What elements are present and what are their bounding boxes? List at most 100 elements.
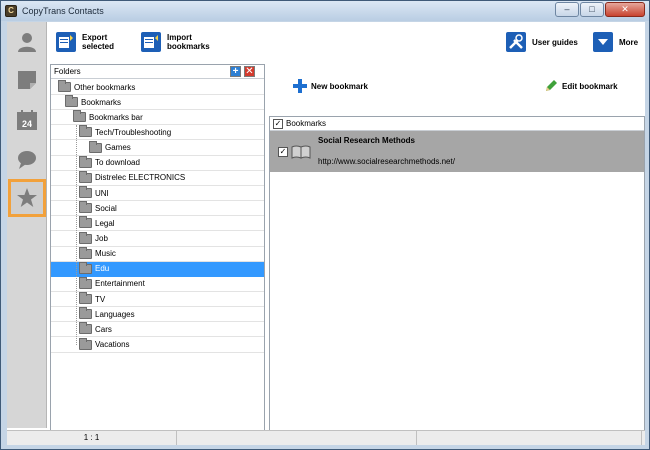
- folder-row[interactable]: Languages: [51, 307, 264, 323]
- tools-icon: [506, 32, 526, 52]
- folder-item: Vacations: [79, 337, 130, 350]
- folder-item: Bookmarks bar: [73, 110, 143, 123]
- title-bar[interactable]: C CopyTrans Contacts – □ ✕: [1, 1, 649, 21]
- bookmark-title: Social Research Methods: [318, 136, 415, 145]
- folder-row[interactable]: Cars: [51, 322, 264, 338]
- status-count: 1 : 1: [7, 431, 177, 445]
- folder-icon: [73, 110, 86, 123]
- folder-icon: [79, 231, 92, 244]
- sidebar-item-notes[interactable]: [11, 64, 43, 96]
- folder-icon: [79, 246, 92, 259]
- status-bar: 1 : 1: [7, 430, 645, 445]
- user-guides-button[interactable]: User guides: [506, 28, 578, 56]
- folder-row[interactable]: Other bookmarks: [51, 80, 264, 95]
- folder-item: Games: [89, 140, 131, 153]
- folder-item: Legal: [79, 216, 115, 229]
- folder-item: Entertainment: [79, 276, 145, 289]
- folder-item: UNI: [79, 186, 109, 199]
- folder-icon: [79, 170, 92, 183]
- add-folder-button[interactable]: +: [230, 66, 241, 77]
- folder-label: Distrelec ELECTRONICS: [95, 173, 186, 183]
- export-label-line1: Export: [82, 33, 108, 42]
- folder-row[interactable]: Vacations: [51, 337, 264, 353]
- more-button[interactable]: More: [593, 28, 638, 56]
- sidebar-item-messages[interactable]: [11, 144, 43, 176]
- folder-item: Social: [79, 201, 117, 214]
- toolbar: Export selected Import bookmarks User gu…: [48, 22, 645, 62]
- folder-label: UNI: [95, 188, 109, 198]
- folder-row[interactable]: Social: [51, 201, 264, 217]
- folder-row[interactable]: Bookmarks bar: [51, 110, 264, 126]
- folder-icon: [79, 186, 92, 199]
- minimize-button[interactable]: –: [555, 2, 579, 17]
- book-icon: [291, 145, 311, 159]
- import-icon: [141, 32, 161, 52]
- folder-icon: [79, 276, 92, 289]
- status-segment-3: [417, 431, 642, 445]
- bookmarks-panel: ✓ Bookmarks ✓ Social Research Methods ht…: [269, 116, 645, 445]
- folder-tree: Other bookmarks Bookmarks Bookmarks bar Tec…: [51, 80, 264, 444]
- folder-label: Music: [95, 249, 116, 259]
- folder-row[interactable]: Distrelec ELECTRONICS: [51, 170, 264, 186]
- folder-icon: [65, 95, 78, 108]
- folder-label: Edu: [95, 264, 110, 274]
- sidebar-item-bookmarks[interactable]: [8, 179, 46, 217]
- folder-row[interactable]: To download: [51, 155, 264, 171]
- speech-bubble-icon: [18, 151, 36, 169]
- export-label-line2: selected: [82, 42, 115, 51]
- folder-row[interactable]: Edu: [51, 261, 264, 277]
- export-selected-button[interactable]: Export selected: [56, 28, 114, 56]
- folder-row[interactable]: Legal: [51, 216, 264, 232]
- sidebar-item-contacts[interactable]: [11, 26, 43, 58]
- new-bookmark-button[interactable]: New bookmark: [293, 72, 368, 100]
- sidebar-nav: 24: [7, 22, 47, 428]
- folder-row[interactable]: Music: [51, 246, 264, 262]
- folder-item: Cars: [79, 322, 112, 335]
- folder-row[interactable]: TV: [51, 292, 264, 308]
- person-icon: [18, 33, 36, 52]
- folder-icon: [79, 337, 92, 350]
- folder-label: Languages: [95, 309, 135, 319]
- more-label: More: [619, 37, 639, 47]
- window-controls: – □ ✕: [554, 2, 645, 17]
- folder-row[interactable]: Entertainment: [51, 276, 264, 292]
- folder-icon: [79, 322, 92, 335]
- folder-row[interactable]: Job: [51, 231, 264, 247]
- folder-label: Cars: [95, 324, 112, 334]
- folder-icon: [58, 80, 71, 92]
- folder-row[interactable]: Games: [51, 140, 264, 156]
- import-label-line1: Import: [167, 33, 192, 42]
- folder-label: Bookmarks bar: [89, 112, 143, 122]
- folder-icon: [79, 292, 92, 305]
- folders-header: Folders + ✕: [51, 65, 264, 79]
- folder-item: Job: [79, 231, 108, 244]
- folder-item: Edu: [79, 261, 110, 274]
- import-bookmarks-button[interactable]: Import bookmarks: [141, 28, 210, 56]
- close-button[interactable]: ✕: [605, 2, 645, 17]
- delete-folder-button[interactable]: ✕: [244, 66, 255, 77]
- folder-row[interactable]: UNI: [51, 186, 264, 202]
- folder-label: Job: [95, 234, 108, 243]
- folder-icon: [79, 125, 92, 138]
- folder-item: Tech/Troubleshooting: [79, 125, 172, 138]
- folder-label: Tech/Troubleshooting: [95, 127, 172, 137]
- sidebar-item-calendar[interactable]: 24: [11, 104, 43, 136]
- folder-row[interactable]: Bookmarks: [51, 95, 264, 111]
- folder-row[interactable]: Tech/Troubleshooting: [51, 125, 264, 141]
- folder-label: Other bookmarks: [74, 82, 136, 92]
- pencil-icon: [546, 80, 557, 91]
- folder-icon: [79, 261, 92, 274]
- bookmark-row[interactable]: ✓ Social Research Methods http://www.soc…: [270, 131, 644, 172]
- bookmark-checkbox[interactable]: ✓: [278, 147, 288, 157]
- folder-item: Distrelec ELECTRONICS: [79, 170, 186, 183]
- edit-bookmark-button[interactable]: Edit bookmark: [544, 72, 618, 100]
- folder-label: To download: [95, 158, 140, 168]
- export-icon: [56, 32, 76, 52]
- select-all-checkbox[interactable]: ✓: [273, 119, 283, 129]
- maximize-button[interactable]: □: [580, 2, 604, 17]
- new-bookmark-label: New bookmark: [311, 81, 368, 91]
- folder-label: Vacations: [95, 340, 130, 350]
- folder-label: Bookmarks: [81, 97, 122, 107]
- folder-item: Bookmarks: [65, 95, 122, 108]
- folder-label: Legal: [95, 218, 115, 228]
